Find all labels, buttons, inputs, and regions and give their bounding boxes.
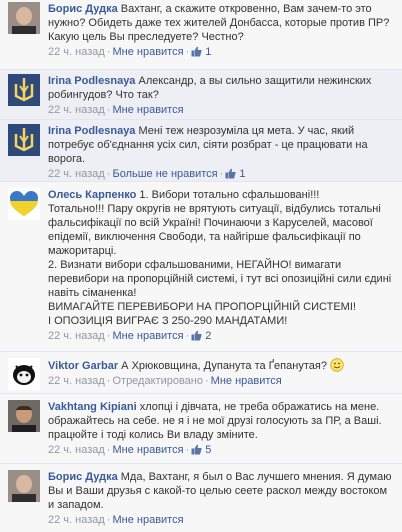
comment-text-line: І ОПОЗИЦІЯ ВИГРАЄ З 250-290 МАНДАТАМИ! — [48, 315, 288, 327]
like-count: 1 — [205, 46, 212, 58]
comment-timestamp[interactable]: 22 ч. назад — [48, 514, 105, 526]
comment-author[interactable]: Борис Дудка — [48, 3, 118, 15]
comment-timestamp[interactable]: 22 ч. назад — [48, 375, 105, 387]
comment-meta: 22 ч. назад · Мне нравится — [48, 104, 184, 116]
comment-feed: Борис Дудка Вахтанг, а скажите откровенн… — [0, 0, 402, 532]
comment: Irina Podlesnaya Александр, а вы сильно … — [0, 70, 402, 120]
comment-author[interactable]: Irina Podlesnaya — [48, 75, 135, 87]
thumbs-up-icon — [191, 330, 202, 341]
avatar[interactable] — [8, 2, 40, 34]
avatar[interactable] — [8, 74, 40, 106]
comment-author[interactable]: Борис Дудка — [48, 471, 118, 483]
thumbs-up-icon — [191, 444, 202, 455]
comment-meta: 22 ч. назад · Мне нравится — [48, 514, 184, 526]
comment-timestamp[interactable]: 22 ч. назад — [48, 104, 105, 116]
like-count-badge[interactable]: 1 — [191, 46, 211, 58]
comment-text-line: ВИМАГАЙТЕ ПЕРЕВИБОРИ НА ПРОПОРЦІЙНІЙ СИС… — [48, 301, 356, 313]
comment-timestamp[interactable]: 22 ч. назад — [48, 444, 105, 456]
edited-label[interactable]: Отредактировано — [112, 375, 203, 387]
like-count: 5 — [205, 444, 212, 456]
like-toggle-link[interactable]: Мне нравится — [112, 104, 183, 116]
smiley-icon — [330, 358, 344, 372]
thumbs-up-icon — [191, 46, 202, 57]
comment: Viktor Garbar А Хрюковщина, Дупанута та … — [0, 352, 402, 394]
like-toggle-link[interactable]: Мне нравится — [112, 514, 183, 526]
comment: Vakhtang Kipiani хлопці і дівчата, не тр… — [0, 394, 402, 464]
comment-meta: 22 ч. назад · Мне нравится · 2 — [48, 330, 212, 342]
like-toggle-link[interactable]: Мне нравится — [112, 330, 183, 342]
comment: Irina Podlesnaya Мені теж незрозуміла ця… — [0, 120, 402, 182]
thumbs-up-icon — [225, 168, 236, 179]
comment-timestamp[interactable]: 22 ч. назад — [48, 168, 105, 180]
comment-text-line: 2. Визнати вибори сфальшованими, НЕГАЙНО… — [48, 259, 392, 299]
comment-author[interactable]: Irina Podlesnaya — [48, 125, 135, 137]
avatar[interactable] — [8, 124, 40, 156]
comment-text-line: 1. Вибори тотально сфальшовані!!! — [139, 189, 320, 201]
avatar[interactable] — [8, 358, 40, 390]
comment-author[interactable]: Viktor Garbar — [48, 360, 118, 372]
avatar[interactable] — [8, 188, 40, 220]
comment-author[interactable]: Олесь Карпенко — [48, 189, 136, 201]
like-count-badge[interactable]: 5 — [191, 444, 211, 456]
comment-author[interactable]: Vakhtang Kipiani — [48, 401, 137, 413]
comment-meta: 22 ч. назад · Больше не нравится · 1 — [48, 168, 246, 180]
avatar[interactable] — [8, 470, 40, 502]
like-toggle-link[interactable]: Мне нравится — [112, 444, 183, 456]
comment-meta: 22 ч. назад · Мне нравится · 5 — [48, 444, 212, 456]
like-count: 1 — [239, 168, 246, 180]
comment-meta: 22 ч. назад · Отредактировано · Мне нравится — [48, 375, 282, 387]
comment-timestamp[interactable]: 22 ч. назад — [48, 46, 105, 58]
like-count: 2 — [205, 330, 212, 342]
comment-body: Олесь Карпенко 1. Вибори тотально сфальш… — [48, 188, 398, 347]
like-count-badge[interactable]: 1 — [225, 168, 246, 180]
comment: Борис Дудка Вахтанг, а скажите откровенн… — [0, 0, 402, 70]
like-count-badge[interactable]: 2 — [191, 330, 211, 342]
comment-text-line: Тотально!!! Пару округів не врятують сит… — [48, 203, 381, 257]
comment-body: Irina Podlesnaya Мені теж незрозуміла ця… — [48, 124, 398, 180]
comment-body: Irina Podlesnaya Александр, а вы сильно … — [48, 74, 398, 116]
avatar[interactable] — [8, 400, 40, 432]
comment: Олесь Карпенко 1. Вибори тотально сфальш… — [0, 182, 402, 352]
like-toggle-link[interactable]: Больше не нравится — [112, 168, 217, 180]
comment-text: А Хрюковщина, Дупанута та Ґепанутая? — [121, 360, 327, 372]
comment-body: Борис Дудка Мда, Вахтанг, я был о Вас лу… — [48, 470, 398, 528]
comment-timestamp[interactable]: 22 ч. назад — [48, 330, 105, 342]
comment-body: Борис Дудка Вахтанг, а скажите откровенн… — [48, 2, 398, 65]
like-toggle-link[interactable]: Мне нравится — [211, 375, 282, 387]
comment-body: Viktor Garbar А Хрюковщина, Дупанута та … — [48, 358, 398, 389]
comment-body: Vakhtang Kipiani хлопці і дівчата, не тр… — [48, 400, 398, 459]
comment: Борис Дудка Мда, Вахтанг, я был о Вас лу… — [0, 464, 402, 532]
comment-meta: 22 ч. назад · Мне нравится · 1 — [48, 46, 212, 58]
like-toggle-link[interactable]: Мне нравится — [112, 46, 183, 58]
